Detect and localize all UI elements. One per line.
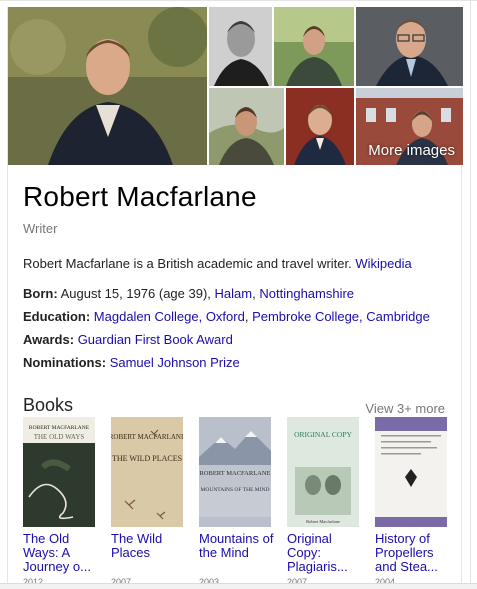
magdalen-college-link[interactable]: Magdalen College, Oxford [94, 309, 245, 324]
view-more-books-link[interactable]: View 3+ more [365, 401, 445, 416]
fact-born-value: August 15, 1976 (age 39), [60, 286, 211, 301]
entity-title: Robert Macfarlane [23, 181, 257, 212]
right-border [470, 0, 471, 589]
guardian-award-link[interactable]: Guardian First Book Award [78, 332, 233, 347]
fact-born: Born: August 15, 1976 (age 39), Halam, N… [23, 285, 463, 308]
portrait-image-outdoor[interactable] [274, 7, 354, 86]
book-cover[interactable] [375, 417, 447, 527]
portrait-image-bw[interactable] [209, 7, 272, 86]
cover-author-text: ROBERT MACFARLANE [199, 470, 270, 477]
more-images-label[interactable]: More images [368, 142, 455, 159]
wikipedia-link[interactable]: Wikipedia [355, 256, 411, 271]
fact-nominations: Nominations: Samuel Johnson Prize [23, 354, 463, 377]
fact-awards: Awards: Guardian First Book Award [23, 331, 463, 354]
cover-author-text: ROBERT MACFARLANE [29, 425, 90, 431]
halam-link[interactable]: Halam [215, 286, 253, 301]
knowledge-panel: More images Robert Macfarlane Writer Rob… [7, 7, 463, 589]
samuel-johnson-prize-link[interactable]: Samuel Johnson Prize [110, 355, 240, 370]
fact-education-sep: , [244, 309, 249, 324]
image-grid: More images [8, 7, 463, 165]
main-portrait-image[interactable] [8, 7, 207, 165]
cover-author-text: Robert Macfarlane [306, 519, 340, 524]
entity-subtitle: Writer [23, 221, 58, 236]
nottinghamshire-link[interactable]: Nottinghamshire [259, 286, 354, 301]
facts-list: Born: August 15, 1976 (age 39), Halam, N… [23, 285, 463, 377]
book-item[interactable]: ORIGINAL COPY Robert Macfarlane Original… [287, 417, 362, 587]
book-cover[interactable]: ROBERT MACFARLANE THE WILD PLACES [111, 417, 183, 527]
book-item[interactable]: ROBERT MACFARLANE THE OLD WAYS The Old W… [23, 417, 98, 587]
book-title[interactable]: Mountains of the Mind [199, 532, 274, 574]
cover-title-text: THE OLD WAYS [34, 433, 85, 441]
book-item[interactable]: History of Propellers and Stea... 2004 [375, 417, 450, 587]
cover-title-text: THE WILD PLACES [112, 454, 182, 463]
entity-description: Robert Macfarlane is a British academic … [23, 256, 453, 271]
book-cover[interactable]: ROBERT MACFARLANE THE OLD WAYS [23, 417, 95, 527]
top-border [0, 0, 477, 1]
portrait-image-glasses[interactable] [356, 7, 463, 86]
cover-author-text: ROBERT MACFARLANE [111, 433, 183, 441]
fact-nominations-label: Nominations: [23, 355, 107, 370]
book-cover[interactable]: ROBERT MACFARLANE MOUNTAINS OF THE MIND [199, 417, 271, 527]
book-item[interactable]: ROBERT MACFARLANE THE WILD PLACES The Wi… [111, 417, 186, 587]
book-cover[interactable]: ORIGINAL COPY Robert Macfarlane [287, 417, 359, 527]
fact-awards-label: Awards: [23, 332, 75, 347]
pembroke-college-link[interactable]: Pembroke College, Cambridge [252, 309, 430, 324]
description-text: Robert Macfarlane is a British academic … [23, 256, 352, 271]
fact-education-label: Education: [23, 309, 91, 324]
fact-born-label: Born: [23, 286, 58, 301]
book-item[interactable]: ROBERT MACFARLANE MOUNTAINS OF THE MIND … [199, 417, 274, 587]
fact-education: Education: Magdalen College, Oxford, Pem… [23, 308, 463, 331]
book-title[interactable]: The Old Ways: A Journey o... [23, 532, 98, 574]
portrait-image-building[interactable]: More images [356, 88, 463, 165]
bottom-border [0, 583, 477, 589]
portrait-image-hills[interactable] [209, 88, 284, 165]
book-title[interactable]: The Wild Places [111, 532, 186, 574]
cover-title-text: ORIGINAL COPY [294, 430, 352, 439]
book-title[interactable]: History of Propellers and Stea... [375, 532, 450, 574]
portrait-image-chair[interactable] [286, 88, 354, 165]
book-title[interactable]: Original Copy: Plagiaris... [287, 532, 362, 574]
fact-born-sep: , [252, 286, 256, 301]
books-heading: Books [23, 395, 74, 415]
cover-title-text: MOUNTAINS OF THE MIND [201, 487, 270, 493]
